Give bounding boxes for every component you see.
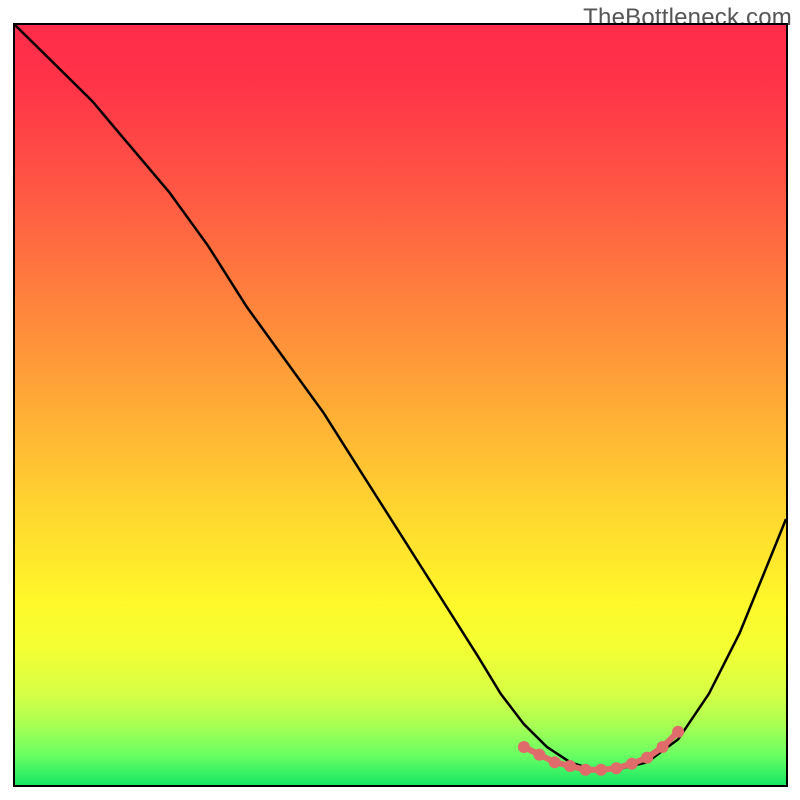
highlight-dot	[626, 758, 638, 770]
highlight-dot	[580, 764, 592, 776]
highlight-dot	[564, 760, 576, 772]
highlight-dot	[641, 752, 653, 764]
chart-curve	[15, 25, 786, 785]
highlight-dot	[595, 764, 607, 776]
chart-frame	[13, 23, 788, 787]
highlight-dot	[672, 726, 684, 738]
highlight-dot	[518, 741, 530, 753]
highlight-dot	[657, 741, 669, 753]
main-curve-line	[15, 25, 786, 770]
highlight-dot	[610, 762, 622, 774]
bottleneck-highlight-markers	[518, 726, 684, 776]
highlight-dot	[549, 756, 561, 768]
highlight-dot	[533, 749, 545, 761]
